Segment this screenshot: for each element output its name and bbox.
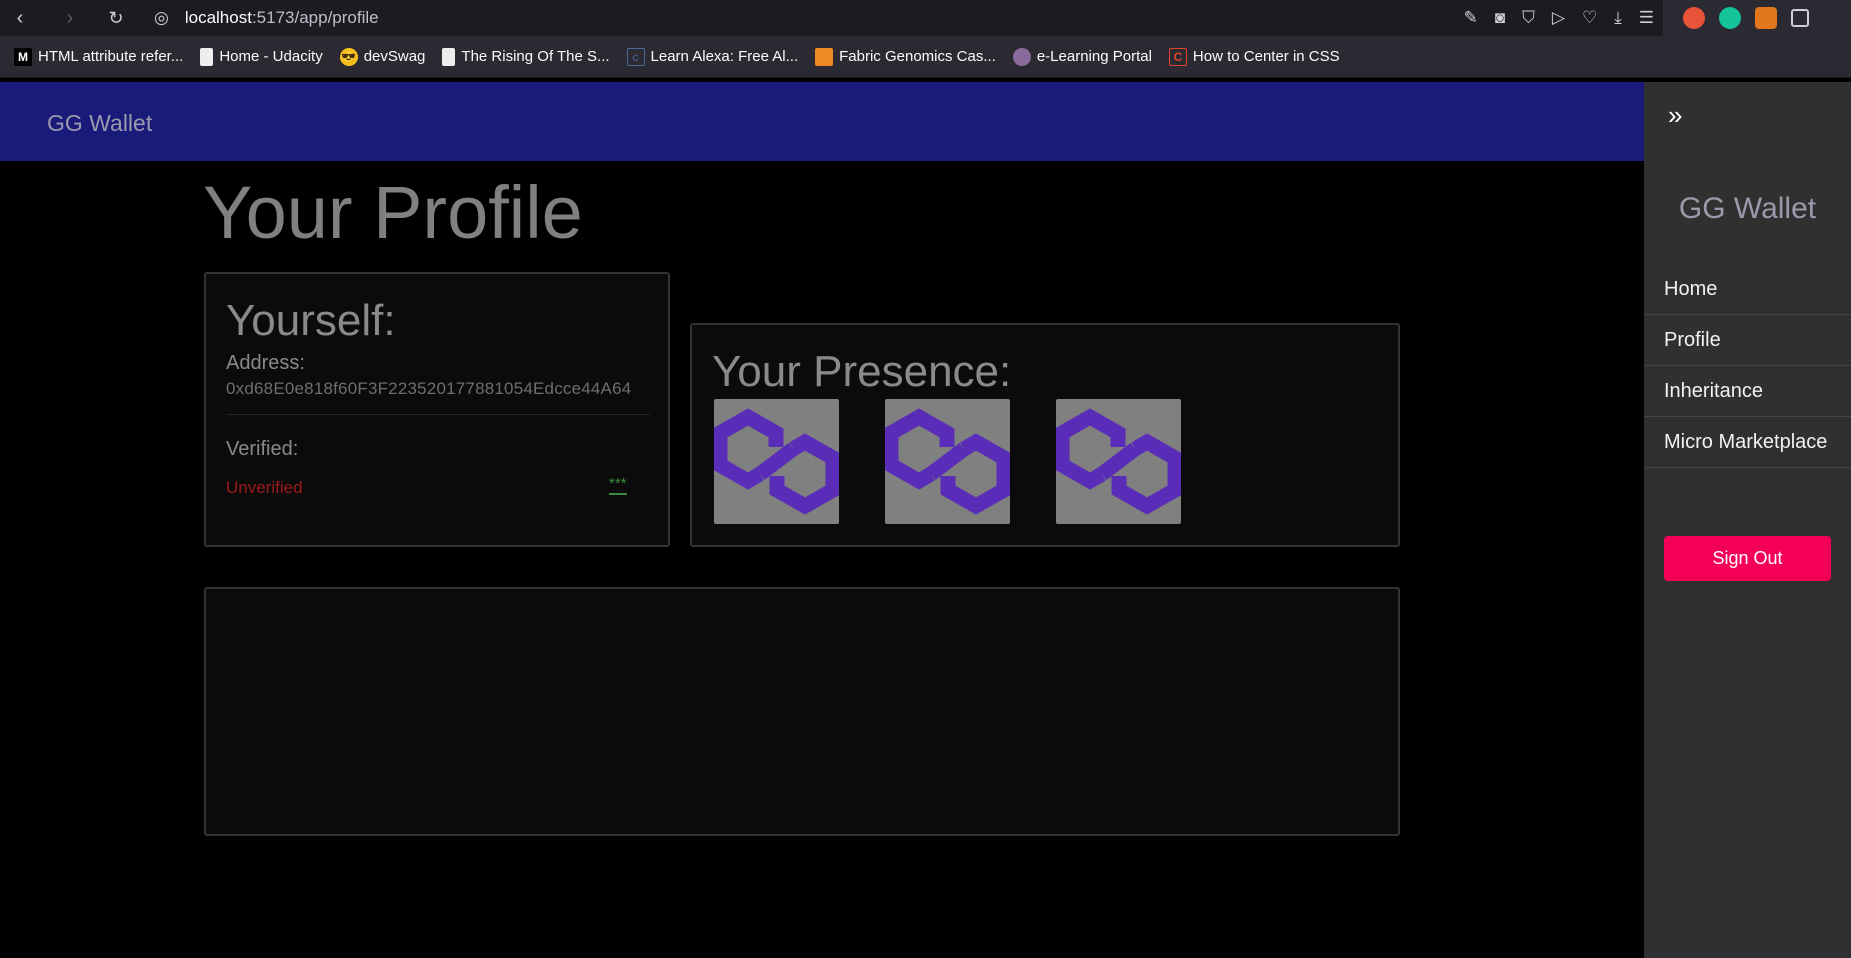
bookmark-item[interactable]: 😎 devSwag — [339, 47, 426, 66]
bookmark-item[interactable]: c Learn Alexa: Free Al... — [626, 47, 799, 66]
download-icon[interactable]: ⤓ — [1614, 8, 1622, 28]
bookmark-label: Fabric Genomics Cas... — [839, 48, 996, 65]
metamask-icon[interactable] — [1755, 7, 1777, 29]
polygon-logo-icon — [714, 408, 839, 515]
play-icon[interactable]: ▷ — [1552, 8, 1565, 28]
app-header: GG Wallet — [0, 82, 1644, 161]
sign-out-button[interactable]: Sign Out — [1664, 536, 1831, 581]
verification-status: Unverified — [226, 478, 303, 497]
bookmark-item[interactable]: Fabric Genomics Cas... — [815, 47, 996, 66]
sidebar-brand: GG Wallet — [1678, 192, 1817, 225]
presence-title: Your Presence: — [712, 347, 1012, 396]
browser-toolbar: ‹ › ↻ ◎ localhost:5173/app/profile ✎ ◙ ⛉… — [0, 0, 1851, 36]
double-chevron-right-icon[interactable]: » — [1668, 100, 1682, 131]
css-c-icon: C — [1168, 47, 1187, 66]
header-brand[interactable]: GG Wallet — [47, 110, 152, 137]
bookmark-label: devSwag — [363, 48, 426, 65]
back-icon[interactable]: ‹ — [6, 4, 34, 32]
bookmark-item[interactable]: M HTML attribute refer... — [14, 47, 184, 66]
shield-icon[interactable]: ⛉ — [1522, 8, 1535, 28]
bookmark-label: e-Learning Portal — [1036, 48, 1152, 65]
elearning-logo-icon — [1012, 47, 1031, 66]
presence-tile[interactable] — [885, 399, 1010, 524]
grammarly-icon[interactable] — [1719, 7, 1741, 29]
address-bar[interactable]: ◎ localhost:5173/app/profile — [154, 8, 379, 28]
url-path: :5173/app/profile — [251, 8, 379, 27]
cube-icon[interactable] — [1791, 9, 1809, 27]
sidebar-menu: Home Profile Inheritance Micro Marketpla… — [1644, 264, 1851, 468]
sidebar-item-home[interactable]: Home — [1644, 264, 1851, 315]
address-label: Address: — [226, 352, 305, 374]
reload-icon[interactable]: ↻ — [102, 4, 130, 32]
yourself-card: Yourself: Address: 0xd68E0e818f60F3F2235… — [204, 272, 670, 547]
yourself-title: Yourself: — [226, 296, 396, 345]
code-page-icon: c — [626, 47, 645, 66]
activity-card — [204, 587, 1400, 836]
extensions — [1663, 0, 1851, 36]
sidebar: » GG Wallet Home Profile Inheritance Mic… — [1644, 82, 1851, 958]
camera-icon[interactable]: ◙ — [1495, 8, 1505, 28]
bookmark-label: Learn Alexa: Free Al... — [650, 48, 799, 65]
mdn-icon: M — [14, 47, 32, 66]
edit-icon[interactable]: ✎ — [1464, 8, 1478, 28]
sidebar-item-inheritance[interactable]: Inheritance — [1644, 366, 1851, 417]
bookmark-item[interactable]: The Rising Of The S... — [442, 47, 610, 66]
verify-link[interactable]: *** — [609, 476, 627, 495]
page-icon — [442, 47, 456, 66]
sliders-icon[interactable]: ☰ — [1639, 8, 1654, 28]
globe-icon: ◎ — [154, 8, 169, 27]
divider — [226, 414, 650, 415]
bookmark-label: How to Center in CSS — [1192, 48, 1340, 65]
fabric-cube-icon — [815, 47, 834, 66]
forward-icon[interactable]: › — [56, 4, 84, 32]
presence-tile[interactable] — [714, 399, 839, 524]
bookmark-label: Home - Udacity — [219, 48, 323, 65]
bookmark-item[interactable]: Home - Udacity — [200, 47, 323, 66]
bookmark-item[interactable]: e-Learning Portal — [1012, 47, 1152, 66]
polygon-logo-icon — [1056, 408, 1181, 515]
sunglasses-emoji-icon: 😎 — [339, 47, 358, 66]
extension-red-icon[interactable] — [1683, 7, 1705, 29]
app-root: GG Wallet Your Profile Yourself: Address… — [0, 82, 1851, 958]
verified-label: Verified: — [226, 438, 299, 460]
bookmark-label: The Rising Of The S... — [461, 48, 610, 65]
presence-card: Your Presence: — [690, 323, 1400, 547]
sidebar-item-micro-marketplace[interactable]: Micro Marketplace — [1644, 417, 1851, 468]
bookmark-label: HTML attribute refer... — [38, 48, 184, 65]
sidebar-item-profile[interactable]: Profile — [1644, 315, 1851, 366]
page-icon — [200, 47, 214, 66]
address-value: 0xd68E0e818f60F3F223520177881054Edcce44A… — [226, 379, 632, 398]
bookmarks-bar: M HTML attribute refer... Home - Udacity … — [0, 36, 1851, 78]
polygon-logo-icon — [885, 408, 1010, 515]
heart-icon[interactable]: ♡ — [1582, 8, 1597, 28]
page-title: Your Profile — [203, 171, 583, 254]
url-host: localhost — [184, 8, 252, 27]
bookmark-item[interactable]: C How to Center in CSS — [1168, 47, 1340, 66]
presence-tile[interactable] — [1056, 399, 1181, 524]
